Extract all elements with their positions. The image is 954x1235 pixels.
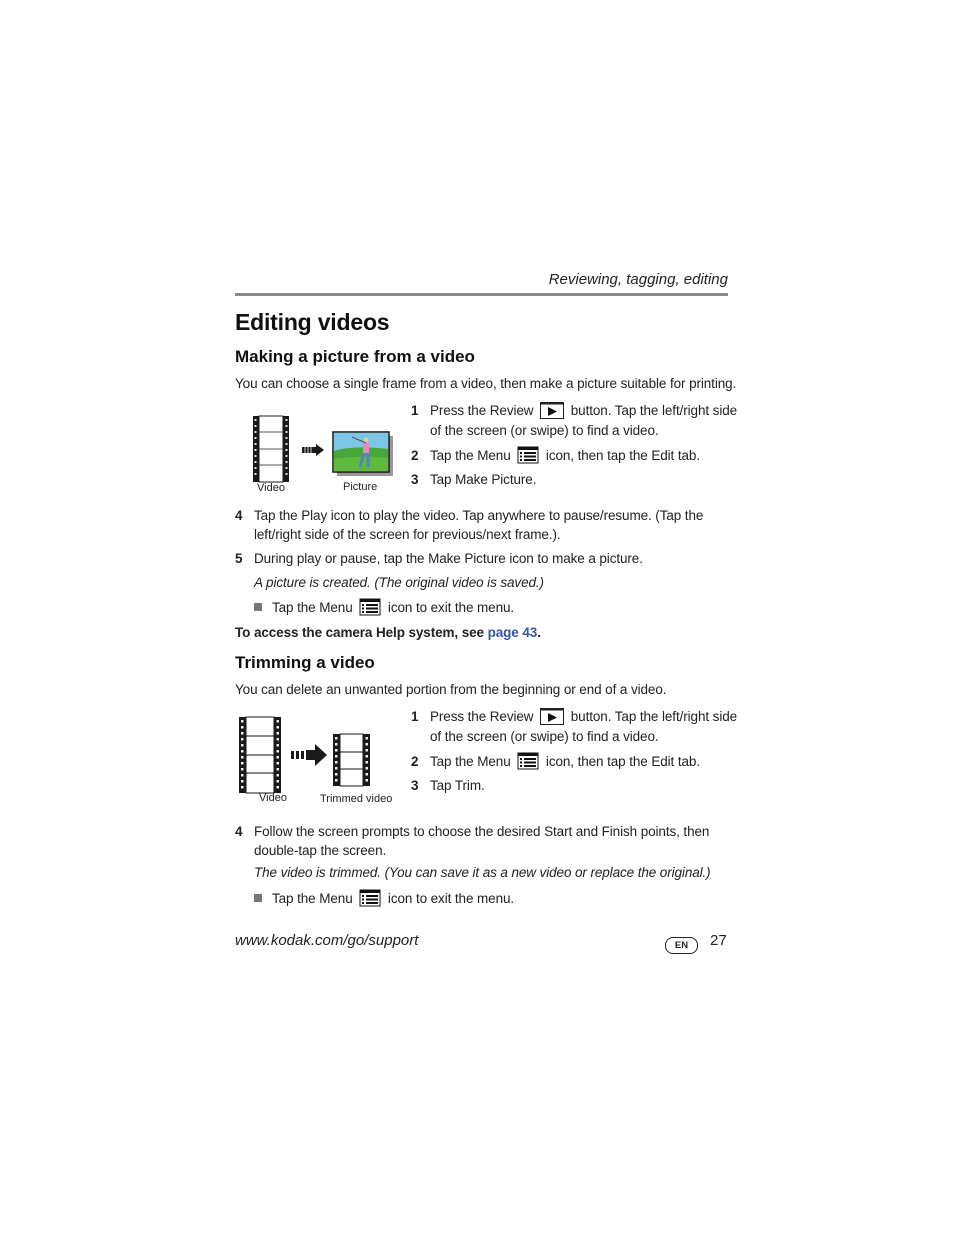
menu-icon xyxy=(359,889,381,907)
step-text: During play or pause, tap the Make Pictu… xyxy=(254,551,643,566)
help-text: To access the camera Help system, see xyxy=(235,625,488,640)
step-number: 4 xyxy=(235,508,243,523)
section-heading-making-picture: Making a picture from a video xyxy=(235,347,475,366)
step-text: button. Tap the left/right side xyxy=(570,403,738,418)
figure-caption-video: Video xyxy=(257,482,285,494)
result-note: A picture is created. (The original vide… xyxy=(254,575,544,590)
step-text: of the screen (or swipe) to find a video… xyxy=(430,423,659,438)
running-header: Reviewing, tagging, editing xyxy=(548,271,728,288)
bullet-text: icon to exit the menu. xyxy=(387,600,515,615)
step-number: 1 xyxy=(411,709,419,724)
step-text: Tap the Menu xyxy=(430,754,511,769)
language-badge: EN xyxy=(665,937,698,954)
review-button-icon xyxy=(540,402,565,419)
bullet-square-icon xyxy=(254,894,262,902)
figure-caption-picture: Picture xyxy=(343,481,378,493)
step-number: 3 xyxy=(411,778,419,793)
step-text: Tap Trim. xyxy=(430,778,485,793)
step-1: 1 Press the Review button. Tap the left/… xyxy=(411,401,737,441)
arrow-right-icon xyxy=(291,744,327,766)
step-text: icon, then tap the Edit tab. xyxy=(545,754,700,769)
video-to-trimmed-figure: Video Trimmed video xyxy=(238,716,398,808)
section-intro-trimming: You can delete an unwanted portion from … xyxy=(235,682,667,697)
section-heading-trimming: Trimming a video xyxy=(235,653,375,672)
step-text: Tap the Play icon to play the video. Tap… xyxy=(254,508,704,523)
step-text: left/right side of the screen for previo… xyxy=(254,527,561,542)
bullet-exit-menu: Tap the Menu icon to exit the menu. xyxy=(254,598,514,617)
golfer-picture-icon xyxy=(332,431,393,476)
bullet-text: Tap the Menu xyxy=(272,891,353,906)
step-number: 2 xyxy=(411,754,419,769)
step-text: button. Tap the left/right side xyxy=(570,709,738,724)
step-3: 3 Tap Trim. xyxy=(411,776,731,796)
arrow-right-icon xyxy=(302,444,324,456)
header-rule xyxy=(235,293,728,296)
step-4: 4 Follow the screen prompts to choose th… xyxy=(235,822,725,862)
footer-support-url[interactable]: www.kodak.com/go/support xyxy=(235,932,418,949)
trimmed-film-strip-icon xyxy=(333,733,370,787)
menu-icon xyxy=(517,752,539,770)
bullet-square-icon xyxy=(254,603,262,611)
step-text: Tap the Menu xyxy=(430,448,511,463)
step-text: Press the Review xyxy=(430,709,534,724)
step-2: 2 Tap the Menu icon, then tap the Edit t… xyxy=(411,752,731,772)
video-to-picture-figure: Video Picture xyxy=(250,414,410,498)
figure-caption-trimmed-video: Trimmed video xyxy=(320,793,393,805)
figure-caption-video: Video xyxy=(259,792,287,804)
help-reference: To access the camera Help system, see pa… xyxy=(235,623,541,642)
bullet-text: Tap the Menu xyxy=(272,600,353,615)
section-intro-making-picture: You can choose a single frame from a vid… xyxy=(235,376,737,391)
step-4: 4 Tap the Play icon to play the video. T… xyxy=(235,506,725,546)
step-number: 5 xyxy=(235,551,243,566)
step-number: 2 xyxy=(411,448,419,463)
help-end: . xyxy=(537,625,541,640)
step-number: 4 xyxy=(235,824,243,839)
step-3: 3 Tap Make Picture. xyxy=(411,470,731,490)
result-note: The video is trimmed. (You can save it a… xyxy=(254,865,711,880)
step-text: Tap Make Picture. xyxy=(430,472,537,487)
step-text: of the screen (or swipe) to find a video… xyxy=(430,729,659,744)
step-text: Follow the screen prompts to choose the … xyxy=(254,824,710,839)
step-text: double-tap the screen. xyxy=(254,843,387,858)
review-button-icon xyxy=(540,708,565,725)
step-number: 1 xyxy=(411,403,419,418)
menu-icon xyxy=(517,446,539,464)
step-number: 3 xyxy=(411,472,419,487)
page-number: 27 xyxy=(710,932,727,949)
step-5: 5 During play or pause, tap the Make Pic… xyxy=(235,549,725,569)
step-text: Press the Review xyxy=(430,403,534,418)
step-1: 1 Press the Review button. Tap the left/… xyxy=(411,707,737,747)
page-title: Editing videos xyxy=(235,309,390,335)
menu-icon xyxy=(359,598,381,616)
bullet-exit-menu: Tap the Menu icon to exit the menu. xyxy=(254,889,514,908)
step-text: icon, then tap the Edit tab. xyxy=(545,448,700,463)
step-2: 2 Tap the Menu icon, then tap the Edit t… xyxy=(411,446,731,466)
page-43-link[interactable]: page 43 xyxy=(488,625,538,640)
bullet-text: icon to exit the menu. xyxy=(387,891,515,906)
film-strip-icon xyxy=(239,716,281,794)
